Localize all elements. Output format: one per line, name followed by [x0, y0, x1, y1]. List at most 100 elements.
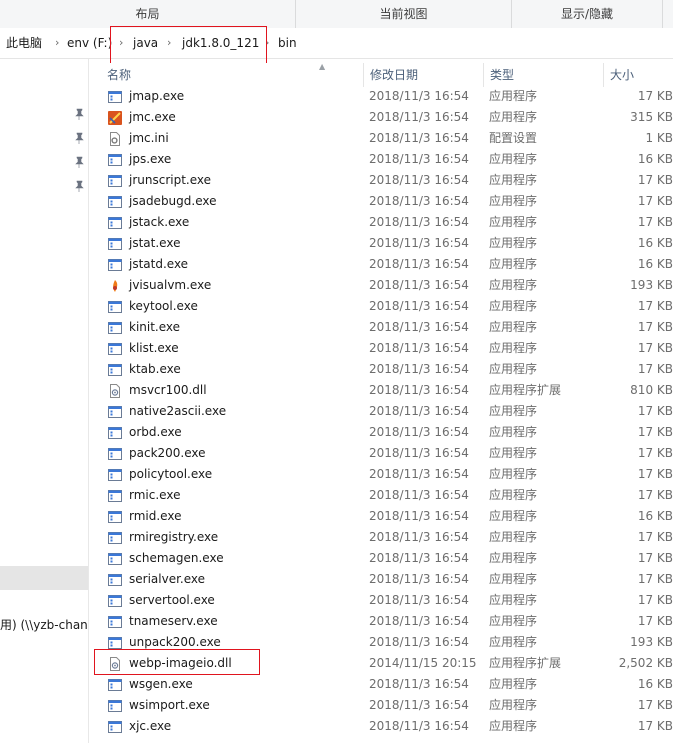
- file-row[interactable]: wsgen.exe 2018/11/3 16:54 应用程序 16 KB: [89, 674, 673, 695]
- column-header-date[interactable]: 修改日期: [363, 63, 483, 87]
- file-size: 810 KB: [630, 383, 673, 397]
- file-type: 应用程序: [489, 530, 538, 544]
- file-row[interactable]: ktab.exe 2018/11/3 16:54 应用程序 17 KB: [89, 359, 673, 380]
- file-type: 应用程序: [489, 719, 538, 733]
- file-name: wsimport.exe: [129, 698, 210, 712]
- file-name: tnameserv.exe: [129, 614, 218, 628]
- breadcrumb-chevron-icon[interactable]: ›: [55, 28, 59, 58]
- file-row[interactable]: jmc.ini 2018/11/3 16:54 配置设置 1 KB: [89, 128, 673, 149]
- file-name: servertool.exe: [129, 593, 215, 607]
- file-row[interactable]: jsadebugd.exe 2018/11/3 16:54 应用程序 17 KB: [89, 191, 673, 212]
- exe-icon: [107, 635, 123, 651]
- breadcrumb-java[interactable]: java: [133, 28, 158, 58]
- breadcrumb-jdk[interactable]: jdk1.8.0_121: [182, 28, 259, 58]
- file-row[interactable]: jstack.exe 2018/11/3 16:54 应用程序 17 KB: [89, 212, 673, 233]
- file-row[interactable]: jps.exe 2018/11/3 16:54 应用程序 16 KB: [89, 149, 673, 170]
- file-row[interactable]: tnameserv.exe 2018/11/3 16:54 应用程序 17 KB: [89, 611, 673, 632]
- file-row[interactable]: webp-imageio.dll 2014/11/15 20:15 应用程序扩展 2,…: [89, 653, 673, 674]
- file-date: 2018/11/3 16:54: [369, 89, 469, 103]
- breadcrumb-this-pc[interactable]: 此电脑: [6, 28, 42, 58]
- file-type: 应用程序: [489, 320, 538, 334]
- file-row[interactable]: kinit.exe 2018/11/3 16:54 应用程序 17 KB: [89, 317, 673, 338]
- file-size: 17 KB: [637, 341, 673, 355]
- file-type: 应用程序: [489, 614, 538, 628]
- file-date: 2018/11/3 16:54: [369, 698, 469, 712]
- pin-icon[interactable]: [73, 108, 85, 120]
- pin-icon[interactable]: [73, 180, 85, 192]
- file-name: msvcr100.dll: [129, 383, 207, 397]
- file-type: 应用程序扩展: [489, 383, 562, 397]
- file-row[interactable]: jmc.exe 2018/11/3 16:54 应用程序 315 KB: [89, 107, 673, 128]
- visualvm-icon: [107, 278, 123, 294]
- navigation-pane[interactable]: 用) (\\yzb-chan: [0, 59, 89, 743]
- file-row[interactable]: rmiregistry.exe 2018/11/3 16:54 应用程序 17 KB: [89, 527, 673, 548]
- exe-icon: [107, 236, 123, 252]
- file-row[interactable]: pack200.exe 2018/11/3 16:54 应用程序 17 KB: [89, 443, 673, 464]
- nav-selected-item[interactable]: [0, 566, 88, 590]
- file-row[interactable]: schemagen.exe 2018/11/3 16:54 应用程序 17 KB: [89, 548, 673, 569]
- file-row[interactable]: native2ascii.exe 2018/11/3 16:54 应用程序 17 KB: [89, 401, 673, 422]
- exe-icon: [107, 320, 123, 336]
- file-size: 16 KB: [637, 509, 673, 523]
- file-row[interactable]: rmic.exe 2018/11/3 16:54 应用程序 17 KB: [89, 485, 673, 506]
- file-date: 2018/11/3 16:54: [369, 467, 469, 481]
- column-header-type[interactable]: 类型: [483, 63, 603, 87]
- breadcrumb-chevron-icon[interactable]: ›: [265, 28, 269, 58]
- file-row[interactable]: rmid.exe 2018/11/3 16:54 应用程序 16 KB: [89, 506, 673, 527]
- file-row[interactable]: unpack200.exe 2018/11/3 16:54 应用程序 193 KB: [89, 632, 673, 653]
- file-row[interactable]: policytool.exe 2018/11/3 16:54 应用程序 17 KB: [89, 464, 673, 485]
- file-size: 17 KB: [637, 698, 673, 712]
- breadcrumb-drive[interactable]: env (F:): [67, 28, 112, 58]
- exe-icon: [107, 194, 123, 210]
- breadcrumb-chevron-icon[interactable]: ›: [167, 28, 171, 58]
- exe-icon: [107, 530, 123, 546]
- file-row[interactable]: servertool.exe 2018/11/3 16:54 应用程序 17 KB: [89, 590, 673, 611]
- exe-icon: [107, 467, 123, 483]
- ribbon-section-show-hide[interactable]: 显示/隐藏: [512, 0, 663, 28]
- file-row[interactable]: jstat.exe 2018/11/3 16:54 应用程序 16 KB: [89, 233, 673, 254]
- ribbon-section-current-view[interactable]: 当前视图: [296, 0, 512, 28]
- file-size: 16 KB: [637, 152, 673, 166]
- file-row[interactable]: jvisualvm.exe 2018/11/3 16:54 应用程序 193 KB: [89, 275, 673, 296]
- breadcrumb-chevron-icon[interactable]: ›: [119, 28, 123, 58]
- file-type: 应用程序: [489, 446, 538, 460]
- file-row[interactable]: keytool.exe 2018/11/3 16:54 应用程序 17 KB: [89, 296, 673, 317]
- file-date: 2018/11/3 16:54: [369, 320, 469, 334]
- breadcrumb-bin[interactable]: bin: [278, 28, 297, 58]
- nav-network-drive[interactable]: 用) (\\yzb-chan: [0, 615, 88, 635]
- file-size: 17 KB: [637, 530, 673, 544]
- pin-icon[interactable]: [73, 132, 85, 144]
- file-type: 应用程序: [489, 593, 538, 607]
- address-bar[interactable]: 此电脑 › env (F:) › java › jdk1.8.0_121 › b…: [0, 28, 673, 59]
- file-row[interactable]: jrunscript.exe 2018/11/3 16:54 应用程序 17 KB: [89, 170, 673, 191]
- file-name: jmc.exe: [129, 110, 176, 124]
- dll-icon: [107, 383, 123, 399]
- file-row[interactable]: wsimport.exe 2018/11/3 16:54 应用程序 17 KB: [89, 695, 673, 716]
- file-name: serialver.exe: [129, 572, 206, 586]
- ribbon-section-layout[interactable]: 布局: [0, 0, 296, 28]
- file-row[interactable]: orbd.exe 2018/11/3 16:54 应用程序 17 KB: [89, 422, 673, 443]
- file-name: webp-imageio.dll: [129, 656, 232, 670]
- file-date: 2018/11/3 16:54: [369, 551, 469, 565]
- pin-icon[interactable]: [73, 156, 85, 168]
- file-type: 应用程序: [489, 362, 538, 376]
- file-list[interactable]: jmap.exe 2018/11/3 16:54 应用程序 17 KB jmc.exe 2…: [89, 86, 673, 743]
- file-type: 应用程序: [489, 152, 538, 166]
- file-date: 2018/11/3 16:54: [369, 299, 469, 313]
- column-header-row: 名称 ▲ 修改日期 类型 大小: [89, 62, 673, 87]
- file-type: 应用程序: [489, 404, 538, 418]
- file-row[interactable]: klist.exe 2018/11/3 16:54 应用程序 17 KB: [89, 338, 673, 359]
- file-date: 2018/11/3 16:54: [369, 257, 469, 271]
- file-size: 17 KB: [637, 173, 673, 187]
- file-date: 2018/11/3 16:54: [369, 593, 469, 607]
- file-row[interactable]: serialver.exe 2018/11/3 16:54 应用程序 17 KB: [89, 569, 673, 590]
- file-type: 应用程序: [489, 236, 538, 250]
- file-row[interactable]: msvcr100.dll 2018/11/3 16:54 应用程序扩展 810 KB: [89, 380, 673, 401]
- file-row[interactable]: xjc.exe 2018/11/3 16:54 应用程序 17 KB: [89, 716, 673, 737]
- file-name: native2ascii.exe: [129, 404, 227, 418]
- file-type: 应用程序: [489, 215, 538, 229]
- file-size: 16 KB: [637, 236, 673, 250]
- file-row[interactable]: jstatd.exe 2018/11/3 16:54 应用程序 16 KB: [89, 254, 673, 275]
- file-row[interactable]: jmap.exe 2018/11/3 16:54 应用程序 17 KB: [89, 86, 673, 107]
- column-header-size[interactable]: 大小: [603, 63, 673, 87]
